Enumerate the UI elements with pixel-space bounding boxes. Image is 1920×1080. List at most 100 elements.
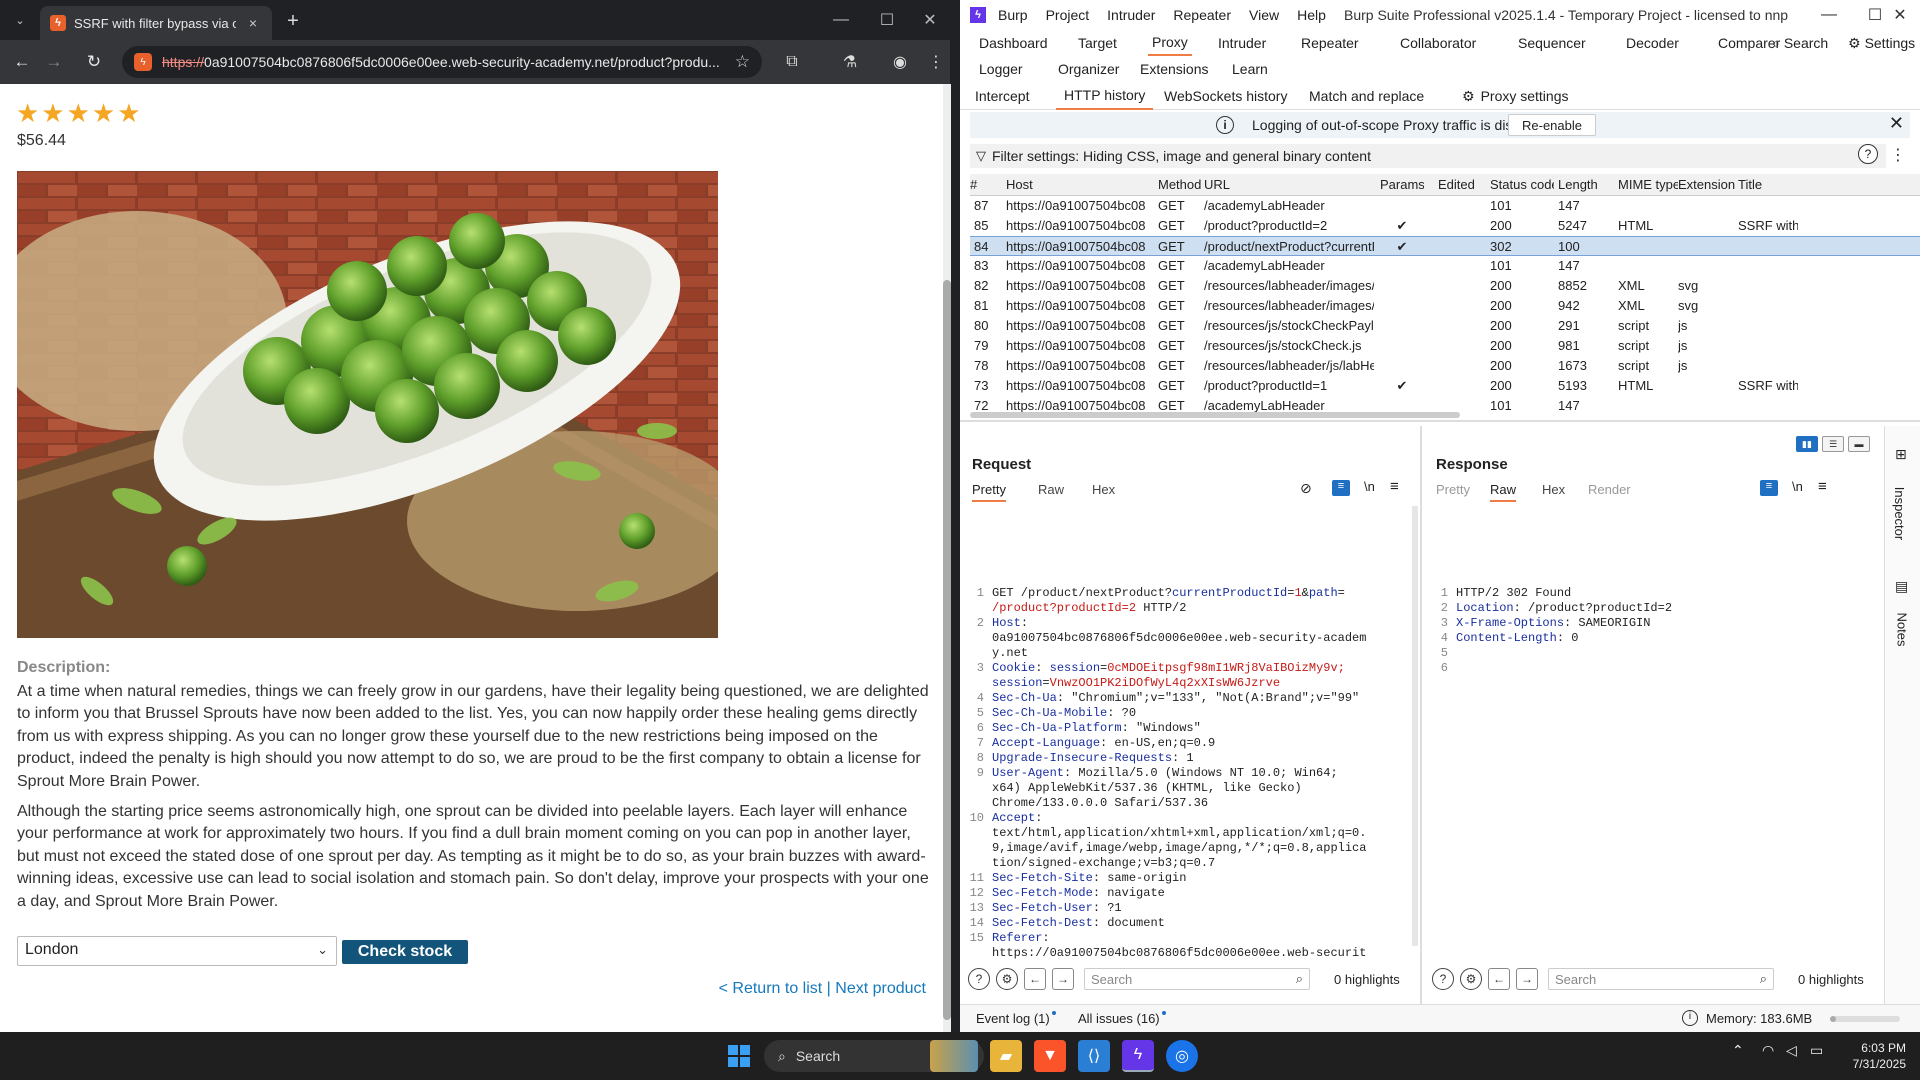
tab-intercept[interactable]: Intercept: [975, 82, 1029, 110]
table-row[interactable]: 81 https://0a91007504bc08768... GET/resour…: [970, 296, 1920, 316]
reload-icon[interactable]: ↻: [80, 48, 108, 76]
tab-search-dropdown-icon[interactable]: ⌄: [8, 8, 32, 32]
gear-icon[interactable]: ⚙: [1460, 968, 1482, 990]
search-button[interactable]: ⌕ Search: [1768, 30, 1832, 56]
col-host-header[interactable]: Host: [1006, 177, 1146, 192]
vscode-icon[interactable]: ⟨⟩: [1078, 1040, 1110, 1072]
tab-dashboard[interactable]: Dashboard: [975, 30, 1052, 56]
filter-bar[interactable]: ▽ Filter settings: Hiding CSS, image and…: [970, 144, 1886, 168]
gear-icon[interactable]: ⚙: [996, 968, 1018, 990]
side-by-side-layout-icon[interactable]: ▮▮: [1796, 436, 1818, 452]
table-row[interactable]: 83 https://0a91007504bc08768... GET/academ…: [970, 256, 1920, 276]
response-editor[interactable]: 1 2 3 4 5 6 HTTP/2 302 Found Location: /product…: [1428, 506, 1864, 961]
col-length-header[interactable]: Length: [1558, 177, 1602, 192]
return-to-list-link[interactable]: < Return to list: [719, 980, 823, 997]
table-row[interactable]: 82 https://0a91007504bc08768... GET/resour…: [970, 276, 1920, 296]
more-options-icon[interactable]: ⋮: [1890, 145, 1906, 165]
next-product-link[interactable]: Next product: [835, 980, 926, 997]
browser-tab[interactable]: ϟ SSRF with filter bypass via open ×: [40, 6, 272, 40]
chrome-taskbar-icon[interactable]: ◎: [1166, 1040, 1198, 1072]
burp-close-icon[interactable]: ✕: [1880, 2, 1920, 28]
inspector-icon[interactable]: ⊞: [1895, 446, 1907, 463]
tab-target[interactable]: Target: [1074, 30, 1121, 56]
col-status-code-header[interactable]: Status code: [1490, 177, 1554, 192]
menu-repeater[interactable]: Repeater: [1173, 7, 1231, 23]
newline-toggle-icon[interactable]: \n: [1792, 479, 1803, 494]
tab-proxy[interactable]: Proxy: [1148, 30, 1192, 56]
profile-icon[interactable]: ◉: [886, 48, 914, 76]
hide-eye-icon[interactable]: ⊘: [1300, 480, 1312, 497]
tab-intruder[interactable]: Intruder: [1214, 30, 1270, 56]
panel-divider[interactable]: [1420, 426, 1422, 1004]
help-icon[interactable]: ?: [968, 968, 990, 990]
request-search-input[interactable]: Search ⌕: [1084, 968, 1310, 990]
editor-menu-icon[interactable]: ≡: [1818, 478, 1827, 495]
tab-logger[interactable]: Logger: [975, 56, 1027, 82]
tab-collaborator[interactable]: Collaborator: [1396, 30, 1480, 56]
bookmark-star-icon[interactable]: ☆: [735, 52, 750, 72]
request-editor-scrollbar[interactable]: [1412, 506, 1418, 946]
minimize-icon[interactable]: —: [818, 0, 864, 40]
col-mime-type-header[interactable]: MIME type: [1618, 177, 1678, 192]
tab-render[interactable]: Render: [1588, 482, 1631, 497]
menu-burp[interactable]: Burp: [998, 7, 1028, 23]
city-select[interactable]: London ⌄: [17, 936, 337, 966]
col-title-header[interactable]: Title: [1738, 177, 1798, 192]
search-highlight-image[interactable]: [930, 1040, 978, 1072]
menu-project[interactable]: Project: [1046, 7, 1090, 23]
wifi-icon[interactable]: ◠: [1762, 1042, 1774, 1059]
battery-icon[interactable]: ▭: [1810, 1042, 1823, 1059]
taskbar-clock[interactable]: 6:03 PM 7/31/2025: [1826, 1040, 1906, 1072]
back-icon[interactable]: ←: [8, 48, 36, 76]
address-bar[interactable]: ϟ https://0a91007504bc0876806f5dc0006e00…: [122, 46, 762, 78]
notes-icon[interactable]: ▤: [1895, 578, 1908, 595]
tab-repeater[interactable]: Repeater: [1297, 30, 1363, 56]
file-explorer-icon[interactable]: ▰: [990, 1040, 1022, 1072]
help-icon[interactable]: ?: [1858, 144, 1878, 164]
url-text[interactable]: https://0a91007504bc0876806f5dc0006e00ee…: [162, 54, 725, 70]
tab-decoder[interactable]: Decoder: [1622, 30, 1683, 56]
tab-raw[interactable]: Raw: [1490, 482, 1517, 502]
tab-hex[interactable]: Hex: [1542, 482, 1565, 497]
tab-websockets-history[interactable]: WebSockets history: [1164, 82, 1287, 110]
history-horizontal-scrollbar[interactable]: [970, 412, 1460, 418]
close-window-icon[interactable]: ✕: [910, 0, 950, 40]
inspector-tab[interactable]: Inspector: [1892, 487, 1907, 540]
tab-http-history[interactable]: HTTP history: [1056, 82, 1154, 110]
notes-tab[interactable]: Notes: [1894, 613, 1909, 647]
maximize-icon[interactable]: ☐: [864, 0, 910, 40]
site-info-icon[interactable]: ϟ: [134, 53, 152, 71]
extensions-icon[interactable]: ⧉: [778, 48, 806, 76]
tabbed-layout-icon[interactable]: ▬: [1848, 436, 1870, 452]
col-edited-header[interactable]: Edited: [1438, 177, 1478, 192]
check-stock-button[interactable]: Check stock: [342, 940, 468, 964]
forward-icon[interactable]: →: [40, 48, 68, 76]
burp-minimize-icon[interactable]: —: [1806, 2, 1852, 28]
wrap-lines-icon[interactable]: ≡: [1760, 480, 1778, 496]
wrap-lines-icon[interactable]: ≡: [1332, 480, 1350, 496]
help-icon[interactable]: ?: [1432, 968, 1454, 990]
menu-intruder[interactable]: Intruder: [1107, 7, 1155, 23]
proxy-settings-button[interactable]: ⚙ Proxy settings: [1462, 82, 1569, 110]
event-log-button[interactable]: Event log (1): [976, 1011, 1056, 1026]
tab-match-and-replace[interactable]: Match and replace: [1309, 82, 1424, 110]
re-enable-button[interactable]: Re-enable: [1508, 114, 1596, 136]
volume-icon[interactable]: ◁: [1786, 1042, 1797, 1059]
tab-hex[interactable]: Hex: [1092, 482, 1115, 497]
previous-match-icon[interactable]: ←: [1488, 968, 1510, 990]
tab-learn[interactable]: Learn: [1228, 56, 1272, 82]
tab-pretty[interactable]: Pretty: [1436, 482, 1470, 497]
response-search-input[interactable]: Search ⌕: [1548, 968, 1774, 990]
tab-organizer[interactable]: Organizer: [1054, 56, 1123, 82]
next-match-icon[interactable]: →: [1516, 968, 1538, 990]
next-match-icon[interactable]: →: [1052, 968, 1074, 990]
tab-pretty[interactable]: Pretty: [972, 482, 1006, 502]
table-row[interactable]: 80 https://0a91007504bc08768... GET/resour…: [970, 316, 1920, 336]
brave-browser-icon[interactable]: ▼: [1034, 1040, 1066, 1072]
col-url-header[interactable]: URL: [1204, 177, 1374, 192]
request-editor[interactable]: 12345678910111213141516171819GET /produc…: [964, 506, 1414, 961]
table-row[interactable]: 84 https://0a91007504bc08768... GET/produc…: [970, 236, 1920, 256]
tab-raw[interactable]: Raw: [1038, 482, 1064, 497]
previous-match-icon[interactable]: ←: [1024, 968, 1046, 990]
table-row[interactable]: 87 https://0a91007504bc08768... GET/academ…: [970, 196, 1920, 216]
